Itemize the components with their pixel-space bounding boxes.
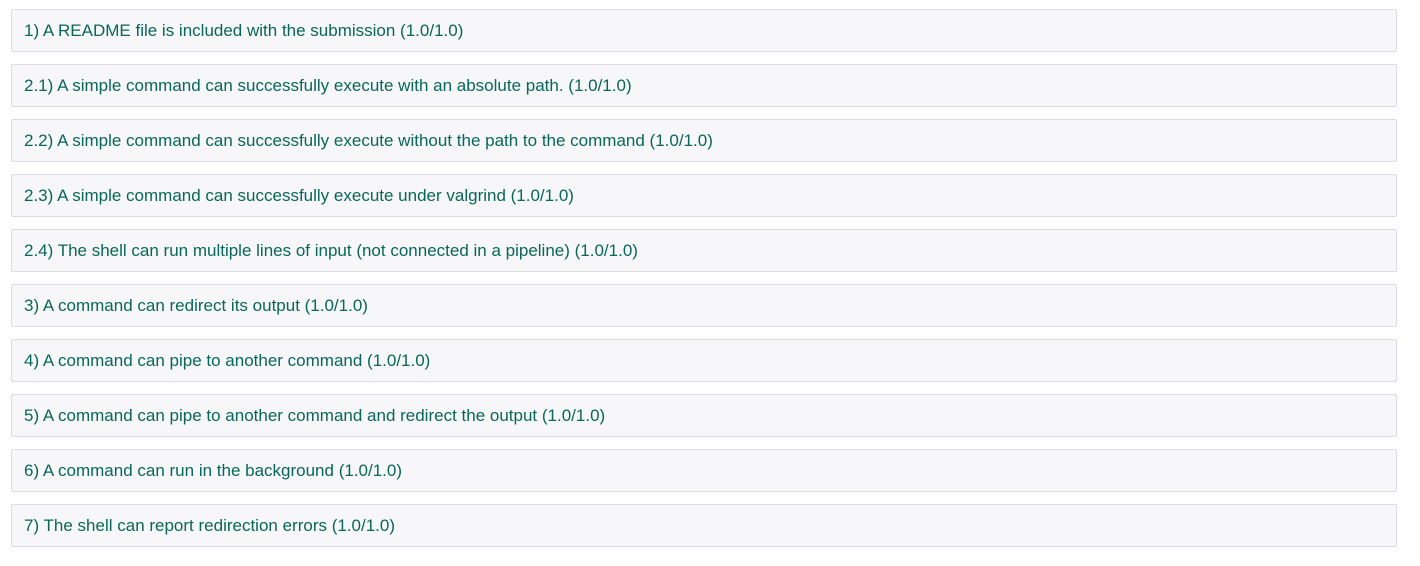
test-result-label: 6) A command can run in the background (… xyxy=(24,461,403,480)
test-result-row[interactable]: 3) A command can redirect its output (1.… xyxy=(11,284,1397,327)
test-result-row[interactable]: 4) A command can pipe to another command… xyxy=(11,339,1397,382)
test-result-label: 5) A command can pipe to another command… xyxy=(24,406,606,425)
test-result-label: 2.2) A simple command can successfully e… xyxy=(24,131,713,150)
test-result-label: 4) A command can pipe to another command… xyxy=(24,351,431,370)
test-result-row[interactable]: 6) A command can run in the background (… xyxy=(11,449,1397,492)
test-result-label: 2.3) A simple command can successfully e… xyxy=(24,186,574,205)
test-result-row[interactable]: 2.1) A simple command can successfully e… xyxy=(11,64,1397,107)
test-result-row[interactable]: 2.3) A simple command can successfully e… xyxy=(11,174,1397,217)
test-result-label: 3) A command can redirect its output (1.… xyxy=(24,296,368,315)
test-results-list: 1) A README file is included with the su… xyxy=(0,0,1420,566)
test-result-row[interactable]: 5) A command can pipe to another command… xyxy=(11,394,1397,437)
test-result-row[interactable]: 2.4) The shell can run multiple lines of… xyxy=(11,229,1397,272)
test-result-label: 1) A README file is included with the su… xyxy=(24,21,464,40)
test-result-row[interactable]: 2.2) A simple command can successfully e… xyxy=(11,119,1397,162)
test-result-row[interactable]: 7) The shell can report redirection erro… xyxy=(11,504,1397,547)
test-result-label: 2.4) The shell can run multiple lines of… xyxy=(24,241,638,260)
test-result-row[interactable]: 1) A README file is included with the su… xyxy=(11,9,1397,52)
test-result-label: 2.1) A simple command can successfully e… xyxy=(24,76,632,95)
test-result-label: 7) The shell can report redirection erro… xyxy=(24,516,396,535)
